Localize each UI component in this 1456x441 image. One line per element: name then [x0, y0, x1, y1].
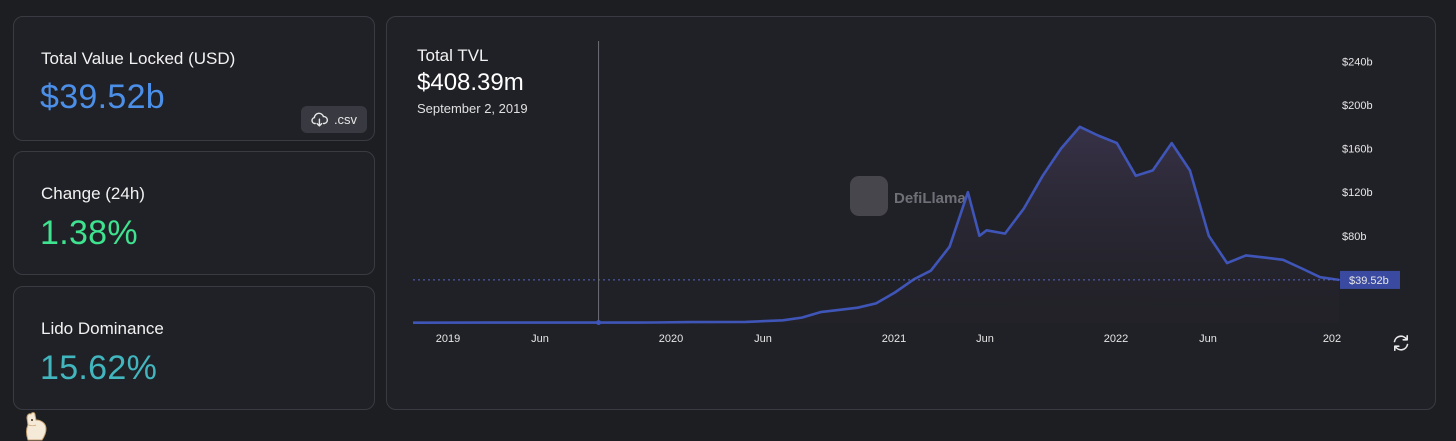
y-tick-label: $200b	[1342, 100, 1373, 112]
x-tick-label: 2019	[436, 333, 460, 345]
dominance-label: Lido Dominance	[41, 319, 164, 338]
csv-download-button[interactable]: .csv	[301, 106, 367, 133]
tooltip-title: Total TVL	[417, 46, 489, 65]
y-tick-label: $80b	[1342, 231, 1366, 243]
y-tick-label: $120b	[1342, 187, 1373, 199]
tvl-chart-panel[interactable]: DefiLlama $39.52b $80b $120b $160b $200b $240b…	[386, 16, 1436, 410]
y-tick-label: $240b	[1342, 56, 1373, 68]
tvl-card: Total Value Locked (USD) $39.52b .csv	[13, 16, 375, 141]
hover-point	[596, 320, 602, 326]
csv-button-label: .csv	[333, 112, 358, 127]
llama-logo-icon	[26, 412, 47, 441]
current-value-label: $39.52b	[1349, 275, 1389, 287]
x-tick-label: Jun	[1199, 333, 1217, 345]
x-tick-label: 2020	[659, 333, 683, 345]
x-tick-label: Jun	[531, 333, 549, 345]
watermark-text: DefiLlama	[894, 190, 966, 207]
refresh-icon[interactable]	[1390, 332, 1412, 354]
x-tick-label: 202	[1323, 333, 1341, 345]
x-tick-label: Jun	[976, 333, 994, 345]
tvl-label: Total Value Locked (USD)	[41, 49, 236, 68]
tvl-chart[interactable]: DefiLlama $39.52b $80b $120b $160b $200b $240b…	[387, 17, 1437, 411]
tvl-area-fill	[413, 126, 1339, 323]
tooltip-value: $408.39m	[417, 69, 524, 96]
dominance-value: 15.62%	[40, 349, 158, 387]
tvl-value: $39.52b	[40, 78, 166, 116]
change-value: 1.38%	[40, 214, 138, 252]
tooltip-date: September 2, 2019	[417, 101, 528, 116]
change-label: Change (24h)	[41, 184, 145, 203]
x-tick-label: 2022	[1104, 333, 1128, 345]
cloud-download-icon	[311, 112, 328, 127]
y-tick-label: $160b	[1342, 144, 1373, 156]
watermark-logo	[850, 176, 888, 216]
x-tick-label: Jun	[754, 333, 772, 345]
change-card: Change (24h) 1.38%	[13, 151, 375, 275]
x-tick-label: 2021	[882, 333, 906, 345]
dominance-card: Lido Dominance 15.62%	[13, 286, 375, 410]
